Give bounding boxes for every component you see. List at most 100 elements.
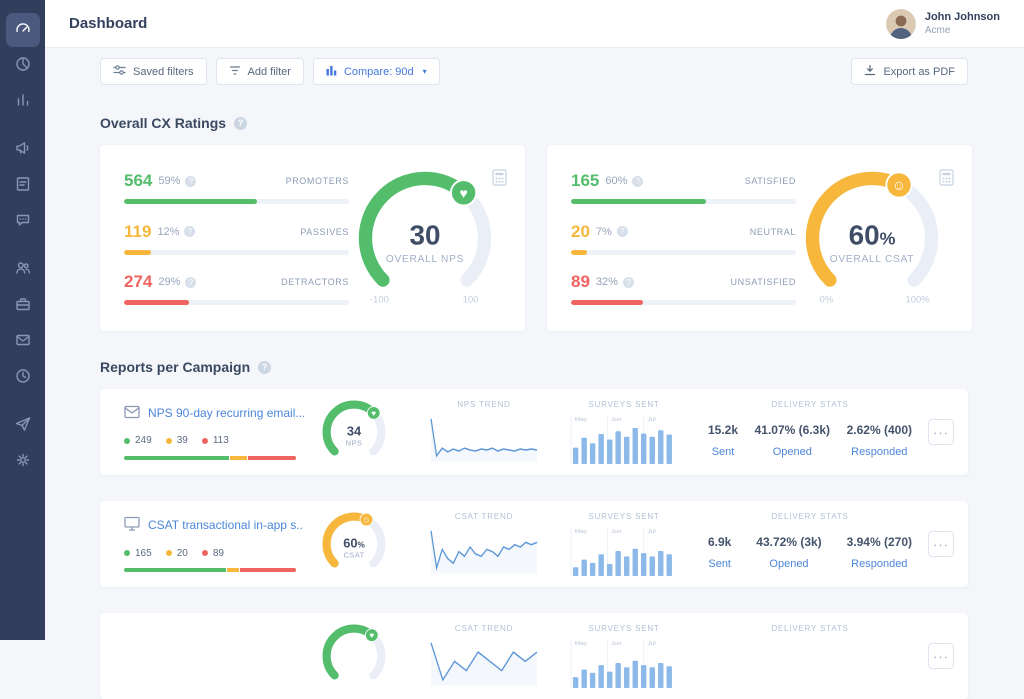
campaign-gauge: ♥ — [319, 621, 389, 691]
calculator-icon[interactable] — [939, 169, 954, 191]
promoters-percent: 59% — [158, 175, 180, 187]
sidebar-item-settings[interactable] — [6, 445, 40, 479]
unsatisfied-value: 89 — [571, 272, 590, 292]
campaign-gauge: ☺ 60% CSAT — [319, 509, 389, 579]
sidebar-item-users[interactable] — [6, 253, 40, 287]
satisfied-row: 165 60% ? SATISFIED — [571, 171, 796, 204]
section-overall-cx-ratings: Overall CX Ratings ? — [100, 115, 968, 131]
more-options-button[interactable]: ··· — [928, 531, 954, 557]
help-icon[interactable]: ? — [617, 226, 628, 237]
delivery-stats-label: DELIVERY STATS — [704, 400, 916, 409]
trend-sparkline — [429, 525, 539, 576]
svg-text:OVERALL NPS: OVERALL NPS — [386, 254, 464, 265]
trend-label: CSAT TREND — [429, 512, 539, 521]
svg-text:☺: ☺ — [362, 515, 370, 524]
neutral-value: 20 — [571, 222, 590, 242]
user-company: Acme — [925, 25, 1000, 36]
opened-stat: 43.72% (3k) Opened — [756, 535, 821, 570]
more-options-button[interactable]: ··· — [928, 643, 954, 669]
passives-percent: 12% — [157, 226, 179, 238]
passives-value: 119 — [124, 222, 151, 242]
help-icon[interactable]: ? — [185, 277, 196, 288]
paper-plane-icon — [14, 415, 32, 438]
help-icon[interactable]: ? — [234, 117, 247, 130]
top-header: Dashboard John Johnson Acme — [45, 0, 1024, 48]
sidebar-item-bar-chart[interactable] — [6, 85, 40, 119]
unsatisfied-row: 89 32% ? UNSATISFIED — [571, 272, 796, 305]
help-icon[interactable]: ? — [184, 226, 195, 237]
user-menu[interactable]: John Johnson Acme — [886, 9, 1000, 39]
svg-text:Jul: Jul — [648, 529, 656, 535]
sidebar-item-pie-chart[interactable] — [6, 49, 40, 83]
envelope-icon — [124, 405, 140, 422]
svg-text:60%: 60% — [849, 219, 896, 250]
campaign-link[interactable]: NPS 90-day recurring email... — [124, 405, 304, 422]
sent-link[interactable]: Sent — [708, 558, 731, 570]
svg-text:OVERALL CSAT: OVERALL CSAT — [830, 254, 915, 265]
detractors-percent: 29% — [158, 276, 180, 288]
surveys-sent-label: SURVEYS SENT — [569, 400, 679, 409]
campaign-row: ♥ CSAT TREND SURVEYS SENT May Jun Jul DE… — [100, 613, 968, 699]
gear-icon — [14, 451, 32, 474]
responded-link[interactable]: Responded — [847, 558, 912, 570]
responded-link[interactable]: Responded — [847, 446, 912, 458]
clock-icon — [14, 367, 32, 390]
sidebar-item-email[interactable] — [6, 325, 40, 359]
sidebar-item-dashboard[interactable] — [6, 13, 40, 47]
promoters-row: 564 59% ? PROMOTERS — [124, 171, 349, 204]
trend-label: NPS TREND — [429, 400, 539, 409]
compare-dropdown[interactable]: Compare: 90d ▾ — [313, 58, 440, 85]
chat-bubble-icon — [14, 211, 32, 234]
help-icon[interactable]: ? — [623, 277, 634, 288]
add-filter-button[interactable]: Add filter — [216, 58, 304, 85]
sidebar-item-briefcase[interactable] — [6, 289, 40, 323]
campaign-gauge: ♥ 34 NPS — [319, 397, 389, 467]
delivery-stats-label: DELIVERY STATS — [704, 512, 916, 521]
download-icon — [864, 64, 876, 79]
svg-text:-100: -100 — [370, 295, 389, 306]
opened-stat: 41.07% (6.3k) Opened — [755, 423, 830, 458]
sent-stat: 15.2k Sent — [708, 423, 738, 458]
nps-card: 564 59% ? PROMOTERS 119 12% ? — [100, 145, 525, 331]
saved-filters-button[interactable]: Saved filters — [100, 58, 207, 85]
opened-link[interactable]: Opened — [755, 446, 830, 458]
briefcase-icon — [14, 295, 32, 318]
sidebar-item-send[interactable] — [6, 409, 40, 443]
svg-text:Jul: Jul — [648, 417, 656, 423]
export-pdf-button[interactable]: Export as PDF — [851, 58, 968, 85]
campaign-row: NPS 90-day recurring email... 24939113 ♥… — [100, 389, 968, 475]
user-name: John Johnson — [925, 11, 1000, 23]
dashboard-content: Overall CX Ratings ? 564 59% ? PROMOTERS — [45, 95, 1024, 640]
svg-text:Jun: Jun — [611, 641, 621, 647]
sidebar-item-survey[interactable] — [6, 169, 40, 203]
page-title: Dashboard — [69, 15, 147, 32]
neutral-row: 20 7% ? NEUTRAL — [571, 222, 796, 255]
sliders-icon — [113, 64, 126, 79]
campaign-legend: 1652089 — [124, 543, 304, 561]
sidebar-item-history[interactable] — [6, 361, 40, 395]
satisfied-percent: 60% — [605, 175, 627, 187]
pie-chart-icon — [14, 55, 32, 78]
calculator-icon[interactable] — [492, 169, 507, 191]
sidebar-item-megaphone[interactable] — [6, 133, 40, 167]
svg-text:May: May — [575, 641, 588, 647]
opened-link[interactable]: Opened — [756, 558, 821, 570]
campaign-link[interactable]: CSAT transactional in-app s... — [124, 516, 304, 534]
sidebar-item-chat[interactable] — [6, 205, 40, 239]
survey-document-icon — [14, 175, 32, 198]
help-icon[interactable]: ? — [258, 361, 271, 374]
help-icon[interactable]: ? — [632, 176, 643, 187]
svg-text:Jul: Jul — [648, 641, 656, 647]
svg-text:☺: ☺ — [892, 177, 906, 193]
campaign-row: CSAT transactional in-app s... 1652089 ☺… — [100, 501, 968, 587]
compare-chart-icon — [326, 65, 337, 79]
csat-card: 165 60% ? SATISFIED 20 7% ? — [547, 145, 972, 331]
envelope-icon — [14, 331, 32, 354]
help-icon[interactable]: ? — [185, 176, 196, 187]
responded-stat: 2.62% (400) Responded — [847, 423, 912, 458]
neutral-progress-bar — [571, 250, 796, 255]
svg-text:100: 100 — [463, 295, 479, 306]
satisfied-value: 165 — [571, 171, 599, 191]
sent-link[interactable]: Sent — [708, 446, 738, 458]
more-options-button[interactable]: ··· — [928, 419, 954, 445]
